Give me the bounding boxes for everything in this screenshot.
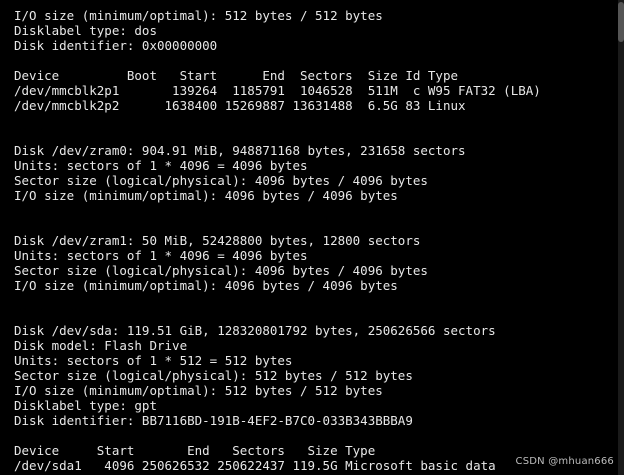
output-line: Disk /dev/zram1: 50 MiB, 52428800 bytes,… (14, 233, 421, 248)
scrollbar-thumb[interactable] (618, 2, 624, 42)
table-row: /dev/mmcblk2p2 1638400 15269887 13631488… (14, 98, 466, 113)
table-row: /dev/mmcblk2p1 139264 1185791 1046528 51… (14, 83, 541, 98)
table-header-line: Device Boot Start End Sectors Size Id Ty… (14, 68, 459, 83)
output-line: Disk identifier: BB7116BD-191B-4EF2-B7C0… (14, 413, 413, 428)
watermark-text: CSDN @mhuan666 (515, 456, 614, 467)
output-line: I/O size (minimum/optimal): 512 bytes / … (14, 383, 383, 398)
output-line: Disk identifier: 0x00000000 (14, 38, 218, 53)
output-line: Disk /dev/sda: 119.51 GiB, 128320801792 … (14, 323, 496, 338)
terminal-output: I/O size (minimum/optimal): 512 bytes / … (14, 8, 541, 473)
output-line: Sector size (logical/physical): 4096 byt… (14, 173, 428, 188)
table-row: /dev/sda1 4096 250626532 250622437 119.5… (14, 458, 496, 473)
output-line: Disklabel type: gpt (14, 398, 157, 413)
output-line: Sector size (logical/physical): 4096 byt… (14, 263, 428, 278)
vertical-scrollbar[interactable] (618, 0, 624, 475)
table-header-line: Device Start End Sectors Size Type (14, 443, 376, 458)
output-line: Units: sectors of 1 * 512 = 512 bytes (14, 353, 293, 368)
output-line: Disklabel type: dos (14, 23, 157, 38)
output-line: Sector size (logical/physical): 512 byte… (14, 368, 413, 383)
output-line: Units: sectors of 1 * 4096 = 4096 bytes (14, 248, 308, 263)
output-line: I/O size (minimum/optimal): 4096 bytes /… (14, 188, 398, 203)
output-line: I/O size (minimum/optimal): 4096 bytes /… (14, 278, 398, 293)
output-line: I/O size (minimum/optimal): 512 bytes / … (14, 8, 383, 23)
terminal-window[interactable]: I/O size (minimum/optimal): 512 bytes / … (0, 0, 624, 475)
output-line: Units: sectors of 1 * 4096 = 4096 bytes (14, 158, 308, 173)
output-line: Disk model: Flash Drive (14, 338, 188, 353)
output-line: Disk /dev/zram0: 904.91 MiB, 948871168 b… (14, 143, 466, 158)
